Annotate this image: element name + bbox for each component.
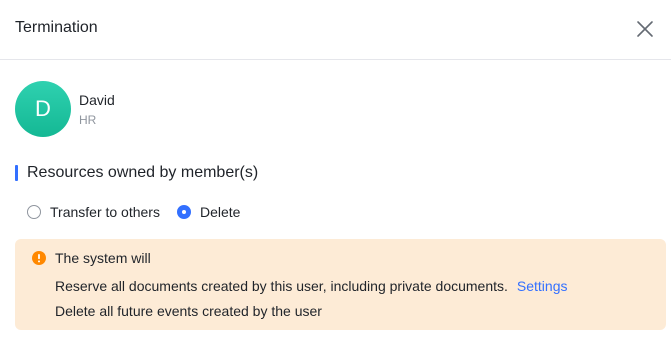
radio-label: Transfer to others bbox=[50, 204, 160, 220]
avatar: D bbox=[15, 81, 71, 137]
user-name: David bbox=[79, 92, 115, 108]
notice-line-events: Delete all future events created by the … bbox=[55, 303, 322, 319]
notice-title: The system will bbox=[55, 250, 151, 266]
warning-icon bbox=[32, 251, 46, 265]
radio-label: Delete bbox=[200, 204, 241, 220]
notice-text-documents: Reserve all documents created by this us… bbox=[55, 278, 508, 294]
radio-checked-icon bbox=[177, 205, 191, 219]
radio-unchecked-icon bbox=[27, 205, 41, 219]
radio-transfer-to-others[interactable]: Transfer to others bbox=[27, 203, 160, 221]
dialog-title: Termination bbox=[15, 19, 98, 36]
settings-link[interactable]: Settings bbox=[517, 278, 568, 294]
section-title: Resources owned by member(s) bbox=[27, 164, 259, 181]
close-button[interactable] bbox=[633, 17, 657, 41]
notice-box: The system will Reserve all documents cr… bbox=[15, 239, 666, 330]
section-accent-bar bbox=[15, 165, 18, 181]
radio-delete[interactable]: Delete bbox=[177, 203, 240, 221]
notice-line-documents: Reserve all documents created by this us… bbox=[55, 277, 568, 295]
close-icon bbox=[637, 21, 653, 37]
user-department: HR bbox=[79, 113, 97, 127]
dialog-header: Termination bbox=[0, 0, 671, 60]
